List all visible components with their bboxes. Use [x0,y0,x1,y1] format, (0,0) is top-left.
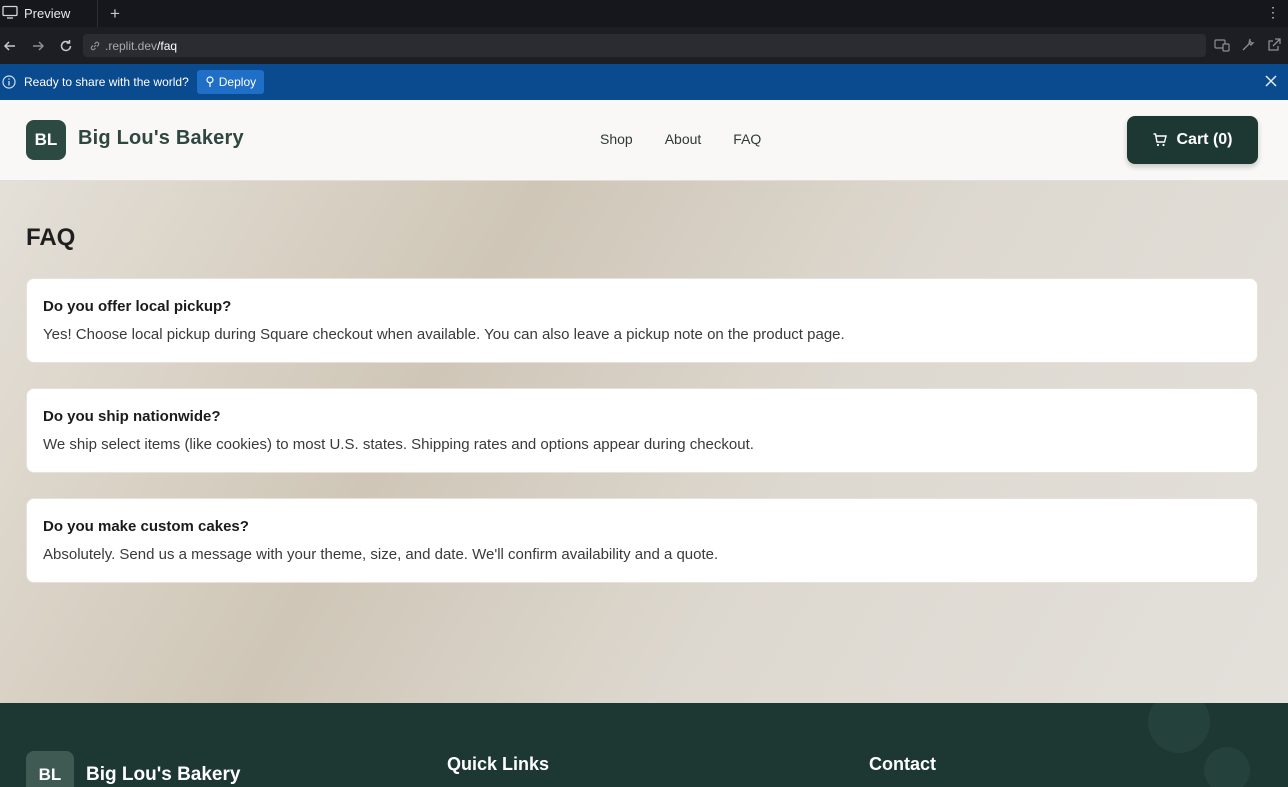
arrow-right-icon [33,40,45,51]
more-options-icon[interactable]: ⋮ [1266,4,1280,21]
faq-question: Do you ship nationwide? [43,408,221,425]
site-header: BL Big Lou's Bakery Shop About FAQ Cart … [0,100,1288,181]
nav-link-shop[interactable]: Shop [600,131,633,147]
new-tab-button[interactable]: + [100,4,130,24]
deploy-label: Deploy [218,75,257,89]
info-icon [2,75,16,89]
tab-label: Preview [24,6,71,21]
page-title: FAQ [26,224,76,251]
deploy-icon [206,76,214,87]
forward-button[interactable] [24,27,52,64]
deploy-button[interactable]: Deploy [196,70,265,94]
wrench-icon[interactable] [1240,37,1256,53]
faq-item: Do you make custom cakes? Absolutely. Se… [26,498,1258,583]
reload-icon [60,39,72,51]
nav-link-about[interactable]: About [665,131,702,147]
faq-item: Do you ship nationwide? We ship select i… [26,388,1258,473]
quick-links-heading: Quick Links [447,754,550,774]
faq-item: Do you offer local pickup? Yes! Choose l… [26,278,1258,363]
main-nav: Shop About FAQ [600,131,761,147]
footer-logo-badge[interactable]: BL [26,751,74,787]
url-text: .replit.dev/faq [105,38,178,53]
banner-message: Ready to share with the world? [24,75,189,89]
browser-tab-bar: Preview + ⋮ [0,0,1288,27]
tab-preview[interactable]: Preview [0,0,98,27]
url-field[interactable]: .replit.dev/faq [83,34,1206,57]
site-brand[interactable]: Big Lou's Bakery [78,127,244,150]
nav-link-faq[interactable]: FAQ [733,131,761,147]
monitor-icon [2,4,18,23]
close-icon[interactable] [1264,74,1278,88]
site-viewport: BL Big Lou's Bakery Shop About FAQ Cart … [0,100,1288,787]
decorative-circle [1204,747,1250,787]
external-link-icon[interactable] [1266,37,1282,53]
cart-icon [1153,133,1168,147]
faq-answer: Yes! Choose local pickup during Square c… [43,326,845,343]
cart-button[interactable]: Cart (0) [1127,116,1258,164]
site-footer: BL Big Lou's Bakery Quick Links Contact [0,703,1288,787]
faq-question: Do you offer local pickup? [43,298,232,315]
footer-brand[interactable]: Big Lou's Bakery [86,764,240,786]
arrow-left-icon [3,40,15,51]
back-button[interactable] [0,27,24,64]
devices-icon[interactable] [1214,37,1230,53]
decorative-circle [1148,703,1210,753]
logo-badge[interactable]: BL [26,120,66,160]
address-bar-row: .replit.dev/faq [0,27,1288,64]
faq-answer: Absolutely. Send us a message with your … [43,546,719,563]
faq-question: Do you make custom cakes? [43,518,249,535]
contact-heading: Contact [869,754,936,774]
reload-button[interactable] [52,27,80,64]
deploy-banner: Ready to share with the world? Deploy [0,64,1288,100]
link-icon [90,41,100,50]
faq-answer: We ship select items (like cookies) to m… [43,436,754,453]
cart-label: Cart (0) [1176,131,1233,148]
